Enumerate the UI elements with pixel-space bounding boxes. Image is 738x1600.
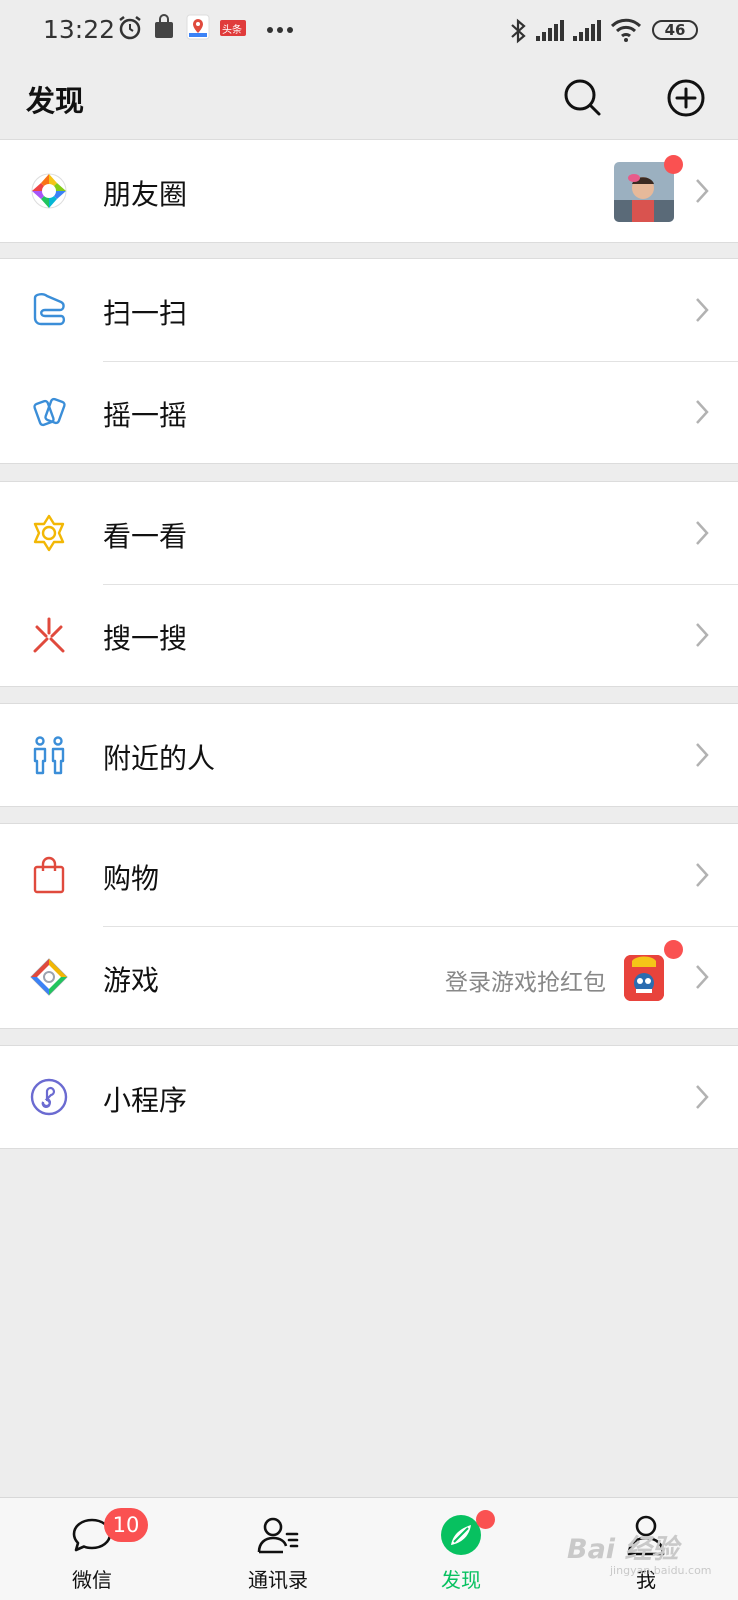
bag-icon — [155, 14, 173, 38]
games-red-dot — [664, 940, 683, 959]
chevron-right-icon — [696, 623, 709, 647]
search-icon[interactable] — [561, 76, 605, 120]
signal-icon — [573, 20, 601, 41]
scan-icon — [33, 293, 66, 326]
chevron-right-icon — [696, 400, 709, 424]
shopping-icon — [33, 856, 65, 894]
tab-chats[interactable]: 10 微信 — [22, 1498, 162, 1600]
moments-icon — [31, 173, 67, 209]
baidu-watermark-url: jingyan.baidu.com — [610, 1564, 712, 1577]
group-scan-shake: 扫一扫 摇一摇 — [0, 258, 738, 464]
menu-label-search: 搜一搜 — [103, 622, 188, 655]
games-subtitle: 登录游戏抢红包 — [445, 970, 606, 996]
moments-red-dot — [664, 155, 683, 174]
add-icon[interactable] — [664, 76, 708, 120]
menu-item-scan[interactable]: 扫一扫 — [0, 259, 738, 361]
menu-item-shopping[interactable]: 购物 — [0, 824, 738, 926]
menu-label-moments: 朋友圈 — [103, 178, 188, 211]
battery-icon: 46 — [652, 20, 698, 40]
toutiao-badge-text: 头条 — [222, 25, 242, 36]
chevron-right-icon — [696, 965, 709, 989]
games-thumbnail — [624, 955, 664, 1001]
group-look-search: 看一看 搜一搜 — [0, 481, 738, 687]
tab-label-chats: 微信 — [72, 1568, 112, 1592]
shake-icon — [33, 397, 66, 427]
contacts-icon — [257, 1517, 299, 1554]
menu-label-mini-programs: 小程序 — [103, 1084, 188, 1117]
games-icon — [30, 958, 68, 996]
menu-label-top-stories: 看一看 — [103, 520, 188, 553]
chevron-right-icon — [696, 1085, 709, 1109]
maps-icon — [186, 14, 210, 40]
menu-item-moments[interactable]: 朋友圈 — [0, 140, 738, 242]
group-people-nearby: 附近的人 — [0, 703, 738, 807]
menu-item-games[interactable]: 游戏 登录游戏抢红包 — [0, 926, 738, 1028]
menu-item-search[interactable]: 搜一搜 — [0, 584, 738, 686]
page-header: 发现 — [0, 60, 738, 138]
top-stories-icon — [33, 514, 65, 552]
menu-label-games: 游戏 — [103, 964, 160, 997]
wifi-icon — [610, 18, 642, 42]
menu-label-shopping: 购物 — [103, 862, 160, 895]
mini-programs-icon — [30, 1078, 68, 1116]
page-title: 发现 — [26, 84, 85, 118]
signal-icon — [536, 20, 564, 41]
status-time: 13:22 — [43, 15, 116, 44]
search-search-icon — [33, 617, 65, 653]
bluetooth-icon — [511, 18, 526, 44]
chats-unread-badge: 10 — [104, 1508, 148, 1542]
menu-label-people-nearby: 附近的人 — [103, 742, 216, 775]
menu-item-people-nearby[interactable]: 附近的人 — [0, 704, 738, 806]
chevron-right-icon — [696, 521, 709, 545]
chevron-right-icon — [696, 863, 709, 887]
people-nearby-icon — [33, 736, 65, 775]
tab-label-discover: 发现 — [441, 1568, 481, 1592]
status-bar: 13:22 头条 46 — [0, 0, 738, 60]
menu-item-top-stories[interactable]: 看一看 — [0, 482, 738, 584]
chevron-right-icon — [696, 743, 709, 767]
chevron-right-icon — [696, 179, 709, 203]
group-shop-games: 购物 游戏 登录游戏抢红包 — [0, 823, 738, 1029]
menu-label-scan: 扫一扫 — [103, 297, 188, 330]
tab-contacts[interactable]: 通讯录 — [208, 1498, 348, 1600]
moments-thumbnail — [614, 162, 674, 222]
group-moments: 朋友圈 — [0, 139, 738, 243]
menu-item-mini-programs[interactable]: 小程序 — [0, 1046, 738, 1148]
chevron-right-icon — [696, 298, 709, 322]
alarm-icon — [119, 16, 141, 40]
tab-label-contacts: 通讯录 — [248, 1568, 308, 1592]
menu-label-shake: 摇一摇 — [103, 399, 188, 432]
more-dots-icon — [267, 27, 293, 33]
group-mini-programs: 小程序 — [0, 1045, 738, 1149]
bottom-tab-bar: 10 微信 通讯录 发现 我 Bai 经验 jingyan.baidu.com — [0, 1497, 738, 1600]
discover-red-dot — [476, 1510, 495, 1529]
baidu-watermark: Bai 经验 — [567, 1534, 679, 1565]
tab-discover[interactable]: 发现 — [391, 1498, 531, 1600]
menu-item-shake[interactable]: 摇一摇 — [0, 361, 738, 463]
